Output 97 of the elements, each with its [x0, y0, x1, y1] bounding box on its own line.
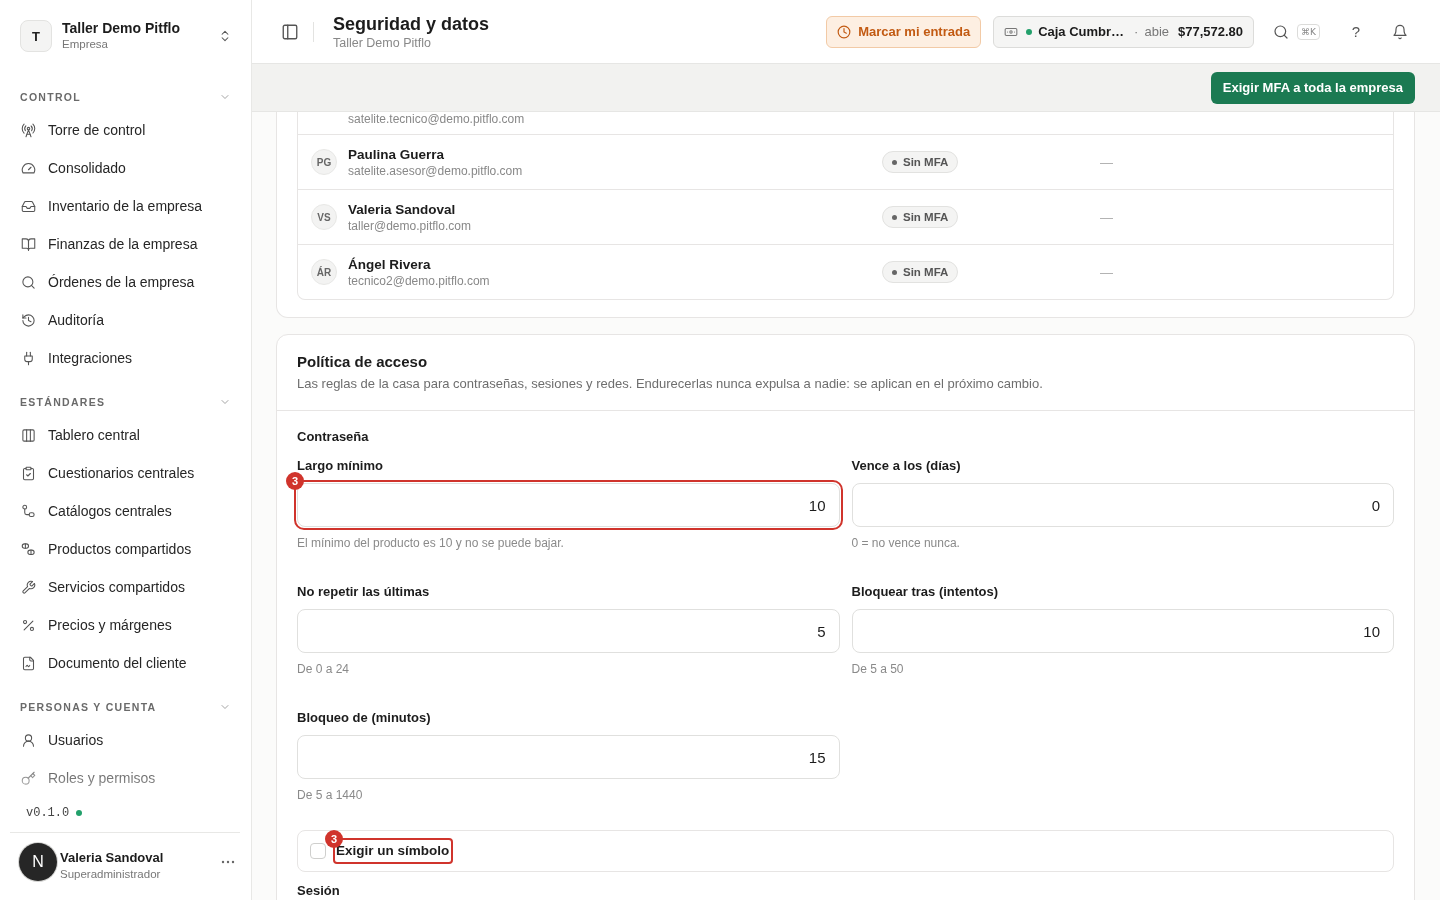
mfa-status-badge: Sin MFA: [882, 151, 959, 174]
user-role: Superadministrador: [60, 867, 161, 882]
member-email: tecnico2@demo.pitflo.com: [348, 272, 490, 289]
keyboard-shortcut: ⌘K: [1297, 23, 1320, 40]
workspace-name: Taller Demo Pitflo: [62, 20, 180, 37]
clock-icon: [837, 24, 852, 39]
nav-item[interactable]: Tablero central: [10, 416, 241, 454]
nav-item[interactable]: Auditoría: [10, 301, 241, 339]
section-title: CONTROL: [20, 91, 81, 103]
field-hint: El mínimo del producto es 10 y no se puede bajar.: [297, 535, 564, 551]
member-name: Ángel Rivera: [348, 255, 431, 273]
plug-icon: [21, 350, 36, 366]
field-hint: De 0 a 24: [297, 661, 350, 677]
help-button[interactable]: ?: [1340, 15, 1372, 48]
checkbox[interactable]: [310, 843, 326, 859]
search-icon: [21, 274, 36, 290]
member-email: taller@demo.pitflo.com: [348, 217, 471, 234]
number-input[interactable]: 0: [851, 483, 1394, 527]
number-input[interactable]: 10: [297, 483, 840, 527]
nav-item[interactable]: Torre de control: [10, 111, 241, 149]
marker-badge: 3: [286, 472, 304, 490]
card-title: Política de acceso: [297, 352, 428, 372]
nav-item[interactable]: Precios y márgenes: [10, 606, 241, 644]
separator-dot: ·: [1134, 24, 1139, 39]
number-input[interactable]: 15: [297, 735, 840, 779]
number-input[interactable]: 10: [851, 609, 1394, 653]
field-hint: De 5 a 50: [851, 661, 904, 677]
member-name: Paulina Guerra: [348, 145, 445, 163]
wrench-icon: [21, 579, 36, 595]
version-label: v0.1.0: [26, 806, 70, 820]
columns-icon: [21, 427, 36, 443]
member-email: satelite.asesor@demo.pitflo.com: [348, 162, 523, 179]
field-label: Vence a los (días): [851, 458, 961, 474]
nav-item[interactable]: Consolidado: [10, 149, 241, 187]
member-email: satelite.tecnico@demo.pitflo.com: [348, 112, 525, 126]
nav-item[interactable]: Servicios compartidos: [10, 568, 241, 606]
nav-item[interactable]: Órdenes de la empresa: [10, 263, 241, 301]
bell-icon[interactable]: [1392, 23, 1408, 40]
field-hint: De 5 a 1440: [297, 787, 363, 803]
workspace-avatar: T: [20, 20, 52, 52]
book-icon: [21, 236, 36, 252]
nav-item[interactable]: Catálogos centrales: [10, 492, 241, 530]
table-cell: —: [1100, 265, 1113, 280]
member-avatar: ÁR: [311, 259, 337, 285]
member-avatar: VS: [311, 204, 337, 230]
radio-tower-icon: [21, 122, 36, 138]
nav-item[interactable]: Finanzas de la empresa: [10, 225, 241, 263]
card-description: Las reglas de la casa para contraseñas, sesiones y redes. Endurecerlas nunca expulsa a nadie: se aplican en el próximo cambio.: [297, 375, 1043, 393]
search-icon[interactable]: [1273, 23, 1290, 40]
field-label: No repetir las últimas: [297, 584, 430, 600]
status-dot-icon: [76, 810, 83, 816]
register-status: abie: [1144, 24, 1169, 39]
user-name: Valeria Sandoval: [60, 850, 164, 866]
user-icon: [21, 732, 36, 748]
gauge-icon: [21, 160, 36, 176]
capsules-icon: [21, 541, 36, 557]
group-title: Contraseña: [297, 429, 369, 445]
page-subtitle: Taller Demo Pitflo: [333, 34, 431, 51]
clipboard-check-icon: [21, 465, 36, 481]
section-title: PERSONAS Y CUENTA: [20, 701, 157, 713]
field-label: Bloqueo de (minutos): [297, 710, 431, 726]
nav-item[interactable]: Cuestionarios centrales: [10, 454, 241, 492]
clock-in-button[interactable]: Marcar mi entrada: [826, 15, 982, 48]
field-label: Bloquear tras (intentos): [851, 584, 999, 600]
mfa-status-badge: Sin MFA: [882, 206, 959, 229]
nav-item[interactable]: Documento del cliente: [10, 644, 241, 682]
mfa-status-badge: Sin MFA: [882, 261, 959, 284]
section-title: ESTÁNDARES: [20, 396, 106, 408]
field-hint: 0 = no vence nunca.: [851, 535, 960, 551]
nav-item[interactable]: Integraciones: [10, 339, 241, 377]
key-icon: [21, 770, 36, 786]
register-name: Caja Cumbr…: [1038, 24, 1125, 39]
nodes-icon: [21, 503, 36, 519]
member-name: Valeria Sandoval: [348, 200, 456, 218]
table-cell: —: [1100, 155, 1113, 170]
require-mfa-button[interactable]: Exigir MFA a toda la empresa: [1210, 71, 1415, 104]
member-avatar: PG: [311, 149, 337, 175]
nav-item[interactable]: Productos compartidos: [10, 530, 241, 568]
sidebar-toggle-icon[interactable]: [281, 22, 299, 41]
percent-icon: [21, 617, 36, 633]
user-avatar: N: [19, 843, 57, 881]
nav-item[interactable]: Usuarios: [10, 721, 241, 759]
number-input[interactable]: 5: [297, 609, 840, 653]
table-cell: —: [1100, 210, 1113, 225]
history-icon: [21, 312, 36, 328]
more-icon[interactable]: [221, 860, 235, 864]
inbox-icon: [21, 198, 36, 214]
workspace-type: Empresa: [62, 37, 109, 52]
page-title: Seguridad y datos: [333, 12, 490, 35]
group-title: Sesión: [297, 884, 340, 898]
field-label: Largo mínimo: [297, 458, 383, 474]
document-icon: [21, 655, 36, 671]
nav-item[interactable]: Inventario de la empresa: [10, 187, 241, 225]
nav-item[interactable]: Roles y permisos: [10, 759, 241, 797]
register-amount: $77,572.80: [1178, 24, 1244, 39]
status-dot-icon: [1026, 28, 1033, 35]
cash-register-button[interactable]: Caja Cumbr… · abie $77,572.80: [993, 15, 1255, 48]
